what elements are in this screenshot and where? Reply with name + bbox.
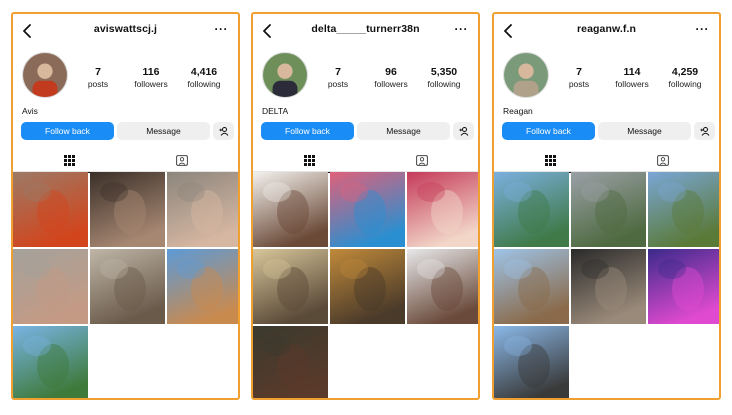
profile-username: delta_____turnerr38n <box>311 23 420 35</box>
followers-count: 96 <box>385 66 397 78</box>
message-button[interactable]: Message <box>598 122 691 140</box>
photo-bridge-man[interactable] <box>494 326 569 398</box>
posts-count: 7 <box>95 66 101 78</box>
profile-header: 7 posts 114 followers 4,259 following <box>494 48 719 106</box>
tab-tagged[interactable] <box>607 150 720 172</box>
posts-count: 7 <box>576 66 582 78</box>
add-person-icon <box>219 126 228 136</box>
more-options-icon[interactable]: ··· <box>455 22 469 36</box>
tab-posts-grid[interactable] <box>253 150 366 173</box>
photo-neon-selfie[interactable] <box>648 249 719 324</box>
stat-following[interactable]: 5,350 following <box>419 66 469 89</box>
stat-followers[interactable]: 96 followers <box>366 66 416 89</box>
grid-icon <box>303 155 315 166</box>
following-label: following <box>427 79 461 89</box>
profile-tabs <box>494 150 720 173</box>
photo-old-town[interactable] <box>571 172 646 247</box>
photo-portrait-white[interactable] <box>253 172 328 247</box>
suggested-users-button[interactable] <box>453 122 474 140</box>
photo-autumn-sitting[interactable] <box>330 249 405 324</box>
profile-username: aviswattscj.j <box>93 23 158 35</box>
message-button[interactable]: Message <box>117 122 210 140</box>
photo-garden-pond[interactable] <box>13 326 88 398</box>
following-count: 4,259 <box>671 66 699 78</box>
stat-posts[interactable]: 7 posts <box>554 66 604 89</box>
following-label: following <box>187 79 221 89</box>
profile-header: 7 posts 116 followers 4,416 following <box>13 48 238 106</box>
add-person-icon <box>459 126 468 136</box>
more-options-icon[interactable]: ··· <box>215 22 229 36</box>
follow-back-button[interactable]: Follow back <box>21 122 114 140</box>
add-person-icon <box>700 126 709 136</box>
tab-tagged[interactable] <box>366 150 479 172</box>
stat-followers[interactable]: 116 followers <box>126 66 176 89</box>
profile-tabs <box>253 150 479 173</box>
top-bar: delta_____turnerr38n ··· <box>253 14 478 48</box>
profile-panel: delta_____turnerr38n ··· 7 posts 96 foll… <box>251 12 480 400</box>
stat-posts[interactable]: 7 posts <box>73 66 123 89</box>
profile-actions: Follow back Message <box>502 122 715 140</box>
profile-actions: Follow back Message <box>21 122 234 140</box>
photo-hand-rings[interactable] <box>167 172 238 247</box>
tab-posts-grid[interactable] <box>13 150 126 173</box>
suggested-users-button[interactable] <box>694 122 715 140</box>
following-label: following <box>668 79 702 89</box>
posts-label: posts <box>87 79 109 89</box>
suggested-users-button[interactable] <box>213 122 234 140</box>
photo-building[interactable] <box>167 249 238 324</box>
profile-tabs <box>13 150 239 173</box>
tagged-person-icon <box>656 155 669 166</box>
photo-orange-top[interactable] <box>13 172 88 247</box>
profile-header: 7 posts 96 followers 5,350 following <box>253 48 478 106</box>
stat-following[interactable]: 4,259 following <box>660 66 710 89</box>
tab-posts-grid[interactable] <box>494 150 607 173</box>
stat-followers[interactable]: 114 followers <box>607 66 657 89</box>
follow-back-button[interactable]: Follow back <box>502 122 595 140</box>
tab-tagged[interactable] <box>126 150 239 172</box>
photo-mirror-selfie-dark[interactable] <box>571 249 646 324</box>
profile-panel: aviswattscj.j ··· 7 posts 116 followers … <box>11 12 240 400</box>
stat-posts[interactable]: 7 posts <box>313 66 363 89</box>
photo-street-houses[interactable] <box>494 249 569 324</box>
tagged-person-icon <box>415 155 428 166</box>
display-name: Avis <box>22 106 38 116</box>
top-bar: aviswattscj.j ··· <box>13 14 238 48</box>
profile-actions: Follow back Message <box>261 122 474 140</box>
photo-graffiti-wall[interactable] <box>330 172 405 247</box>
grid-icon <box>544 155 556 166</box>
photo-group-selfie[interactable] <box>407 172 478 247</box>
top-bar: reaganw.f.n ··· <box>494 14 719 48</box>
followers-label: followers <box>374 79 408 89</box>
followers-count: 116 <box>142 66 160 78</box>
photo-mirror-room[interactable] <box>90 249 165 324</box>
followers-count: 114 <box>623 66 641 78</box>
followers-label: followers <box>615 79 649 89</box>
photo-portrait-light[interactable] <box>407 249 478 324</box>
posts-label: posts <box>568 79 590 89</box>
grid-icon <box>63 155 75 166</box>
profile-panel: reaganw.f.n ··· 7 posts 114 followers 4,… <box>492 12 721 400</box>
message-button[interactable]: Message <box>357 122 450 140</box>
photo-river-valley[interactable] <box>494 172 569 247</box>
display-name: DELTA <box>262 106 289 116</box>
following-count: 4,416 <box>190 66 218 78</box>
following-count: 5,350 <box>430 66 458 78</box>
follow-back-button[interactable]: Follow back <box>261 122 354 140</box>
photo-vineyard[interactable] <box>648 172 719 247</box>
photo-portrait-dark[interactable] <box>253 326 328 398</box>
avatar[interactable] <box>22 52 68 98</box>
profile-username: reaganw.f.n <box>576 23 637 35</box>
posts-count: 7 <box>335 66 341 78</box>
tagged-person-icon <box>175 155 188 166</box>
avatar[interactable] <box>262 52 308 98</box>
photo-hand-ring[interactable] <box>13 249 88 324</box>
followers-label: followers <box>134 79 168 89</box>
stat-following[interactable]: 4,416 following <box>179 66 229 89</box>
more-options-icon[interactable]: ··· <box>696 22 710 36</box>
photo-sunlit-portrait[interactable] <box>253 249 328 324</box>
photo-mirror-selfie[interactable] <box>90 172 165 247</box>
posts-label: posts <box>327 79 349 89</box>
display-name: Reagan <box>503 106 533 116</box>
avatar[interactable] <box>503 52 549 98</box>
